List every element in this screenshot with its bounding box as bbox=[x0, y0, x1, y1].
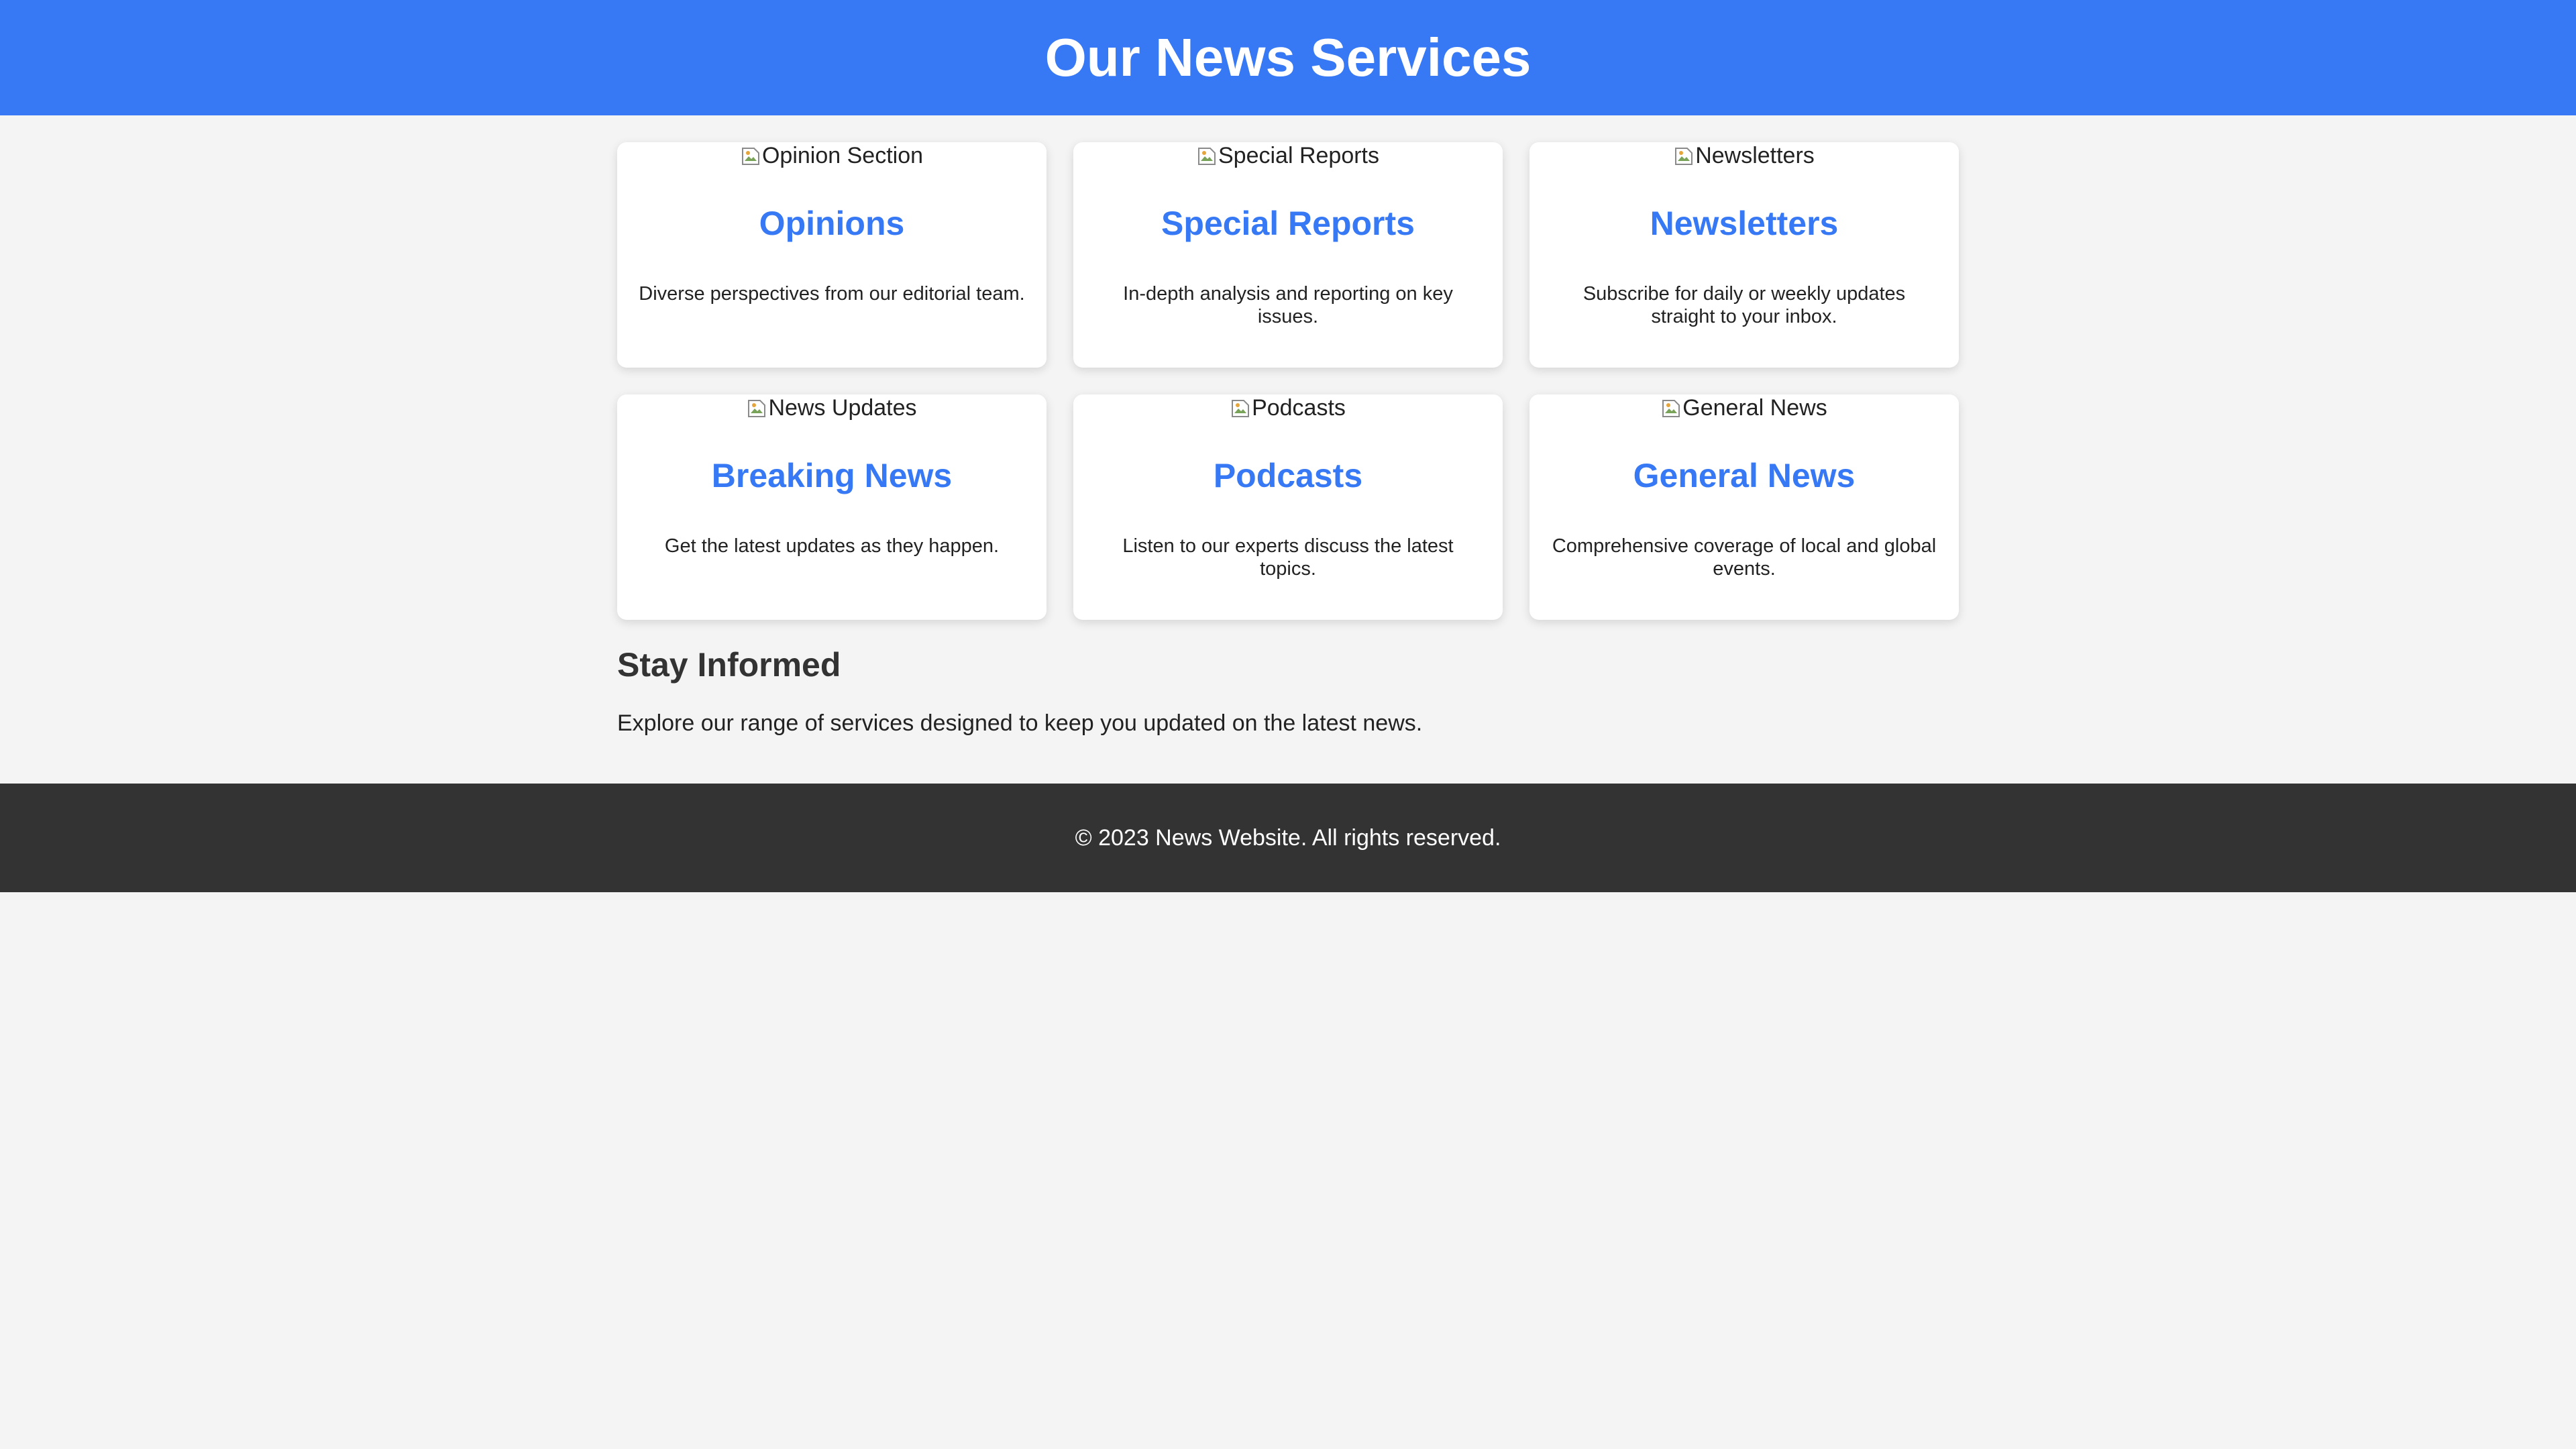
broken-image-icon bbox=[1230, 398, 1250, 418]
card-description: Subscribe for daily or weekly updates st… bbox=[1582, 283, 1906, 327]
page: Our News Services Opinion Section Opinio… bbox=[0, 0, 2576, 1449]
broken-image-icon bbox=[747, 398, 767, 418]
card-description: Get the latest updates as they happen. bbox=[664, 535, 1000, 557]
card-title: Podcasts bbox=[1213, 457, 1363, 494]
stay-informed-section: Stay Informed Explore our range of servi… bbox=[617, 641, 1959, 737]
card-title: Special Reports bbox=[1161, 205, 1415, 242]
broken-image-icon bbox=[741, 146, 761, 166]
card-image: Podcasts bbox=[1230, 394, 1346, 421]
card-image-alt: Special Reports bbox=[1218, 143, 1379, 168]
service-card-general-news[interactable]: General News General News Comprehensive … bbox=[1529, 394, 1959, 620]
broken-image-icon bbox=[1661, 398, 1681, 418]
card-image-alt: General News bbox=[1682, 395, 1827, 421]
card-image: Opinion Section bbox=[741, 142, 923, 169]
card-image: Special Reports bbox=[1197, 142, 1379, 169]
card-title: Newsletters bbox=[1650, 205, 1839, 242]
service-card-newsletters[interactable]: Newsletters Newsletters Subscribe for da… bbox=[1529, 142, 1959, 368]
card-image-alt: Podcasts bbox=[1252, 395, 1346, 421]
site-header: Our News Services bbox=[0, 0, 2576, 115]
card-title: Opinions bbox=[759, 205, 905, 242]
service-card-special-reports[interactable]: Special Reports Special Reports In-depth… bbox=[1073, 142, 1503, 368]
services-grid: Opinion Section Opinions Diverse perspec… bbox=[617, 142, 1959, 620]
broken-image-icon bbox=[1674, 146, 1694, 166]
card-description: Diverse perspectives from our editorial … bbox=[639, 283, 1025, 305]
service-card-breaking-news[interactable]: News Updates Breaking News Get the lates… bbox=[617, 394, 1046, 620]
service-card-opinions[interactable]: Opinion Section Opinions Diverse perspec… bbox=[617, 142, 1046, 368]
card-image: Newsletters bbox=[1674, 142, 1815, 169]
section-heading: Stay Informed bbox=[617, 646, 841, 684]
site-footer: © 2023 News Website. All rights reserved… bbox=[0, 784, 2576, 892]
card-image: News Updates bbox=[747, 394, 917, 421]
card-image-alt: Newsletters bbox=[1695, 143, 1815, 168]
card-image-alt: Opinion Section bbox=[761, 143, 924, 168]
card-description: Comprehensive coverage of local and glob… bbox=[1552, 535, 1937, 580]
card-title: General News bbox=[1633, 457, 1856, 494]
section-text: Explore our range of services designed t… bbox=[617, 710, 1423, 736]
card-image-alt: News Updates bbox=[768, 395, 917, 421]
page-title: Our News Services bbox=[1044, 28, 1532, 87]
card-description: Listen to our experts discuss the latest… bbox=[1122, 535, 1454, 580]
copyright-text: © 2023 News Website. All rights reserved… bbox=[1075, 825, 1501, 851]
broken-image-icon bbox=[1197, 146, 1217, 166]
card-title: Breaking News bbox=[711, 457, 953, 494]
card-image: General News bbox=[1661, 394, 1827, 421]
service-card-podcasts[interactable]: Podcasts Podcasts Listen to our experts … bbox=[1073, 394, 1503, 620]
card-description: In-depth analysis and reporting on key i… bbox=[1123, 283, 1453, 327]
